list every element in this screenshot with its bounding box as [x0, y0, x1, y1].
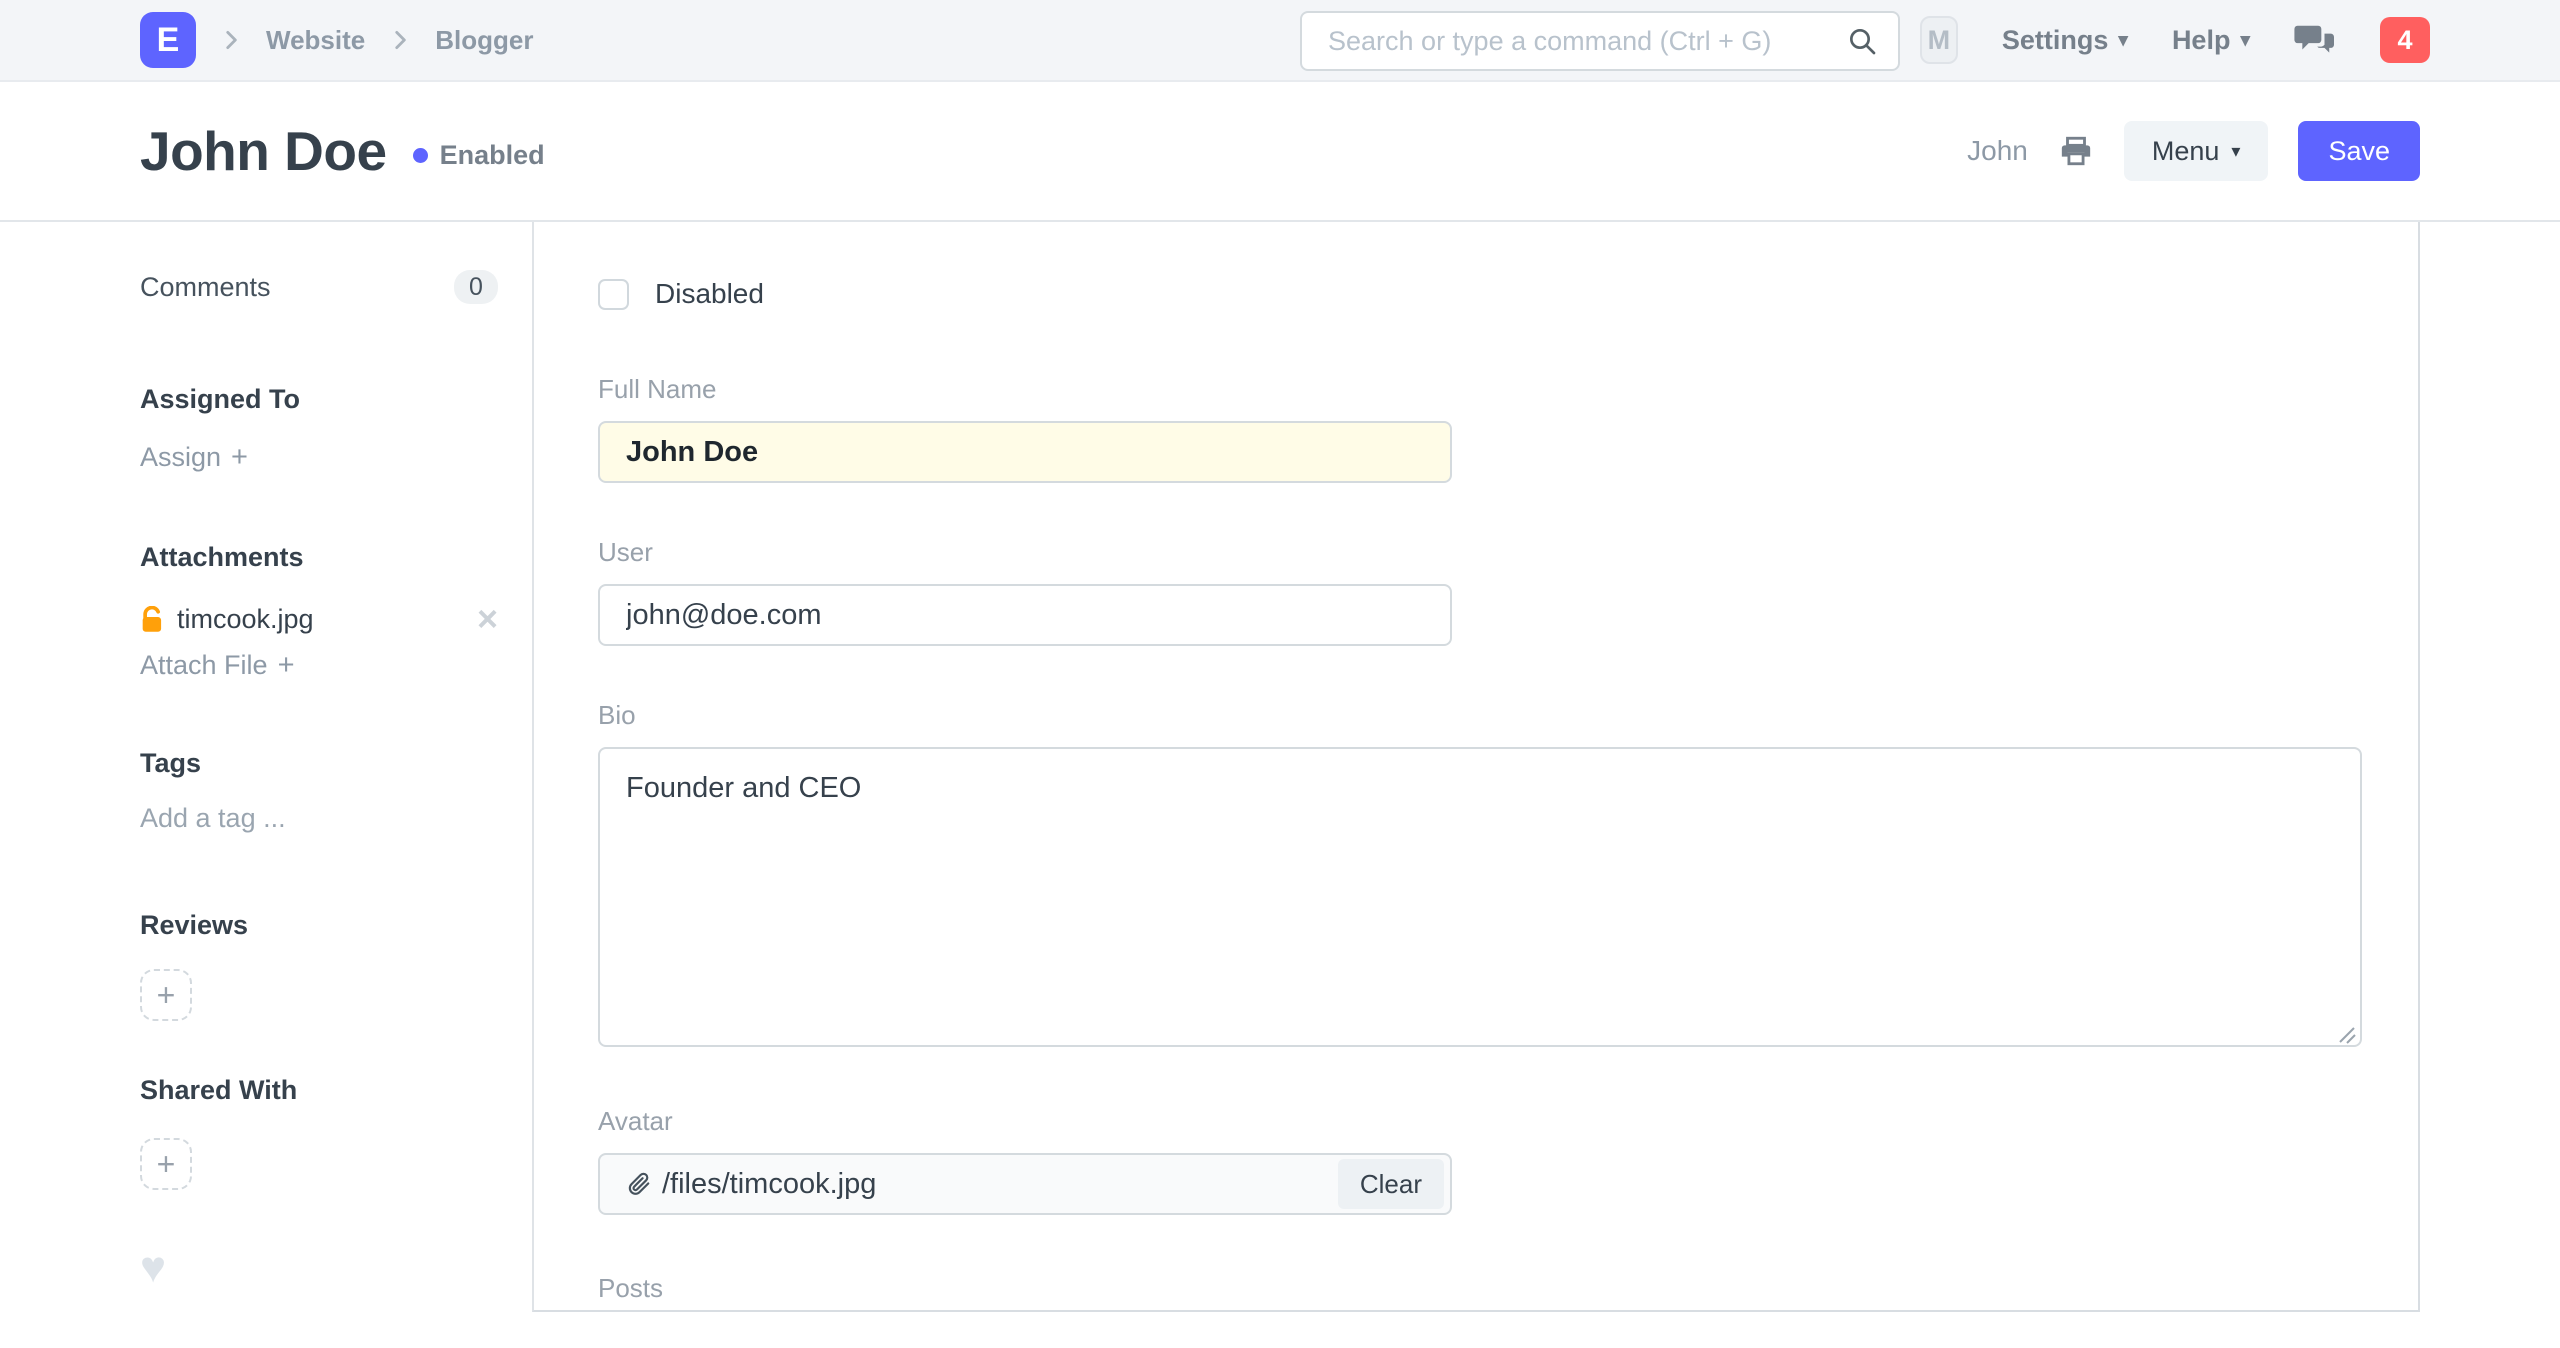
plus-icon: + — [231, 441, 248, 473]
page-title: John Doe — [140, 120, 387, 182]
status-dot-icon — [412, 147, 428, 163]
reviews-heading: Reviews — [140, 910, 249, 940]
avatar-file-link[interactable]: /files/timcook.jpg — [626, 1168, 876, 1201]
chevron-right-icon — [218, 27, 244, 53]
current-user-label: John — [1967, 135, 2028, 166]
global-search — [1300, 11, 1900, 71]
assign-button[interactable]: Assign + — [140, 441, 498, 474]
avatar-file-path: /files/timcook.jpg — [662, 1167, 877, 1200]
chat-icon[interactable] — [2294, 21, 2336, 59]
attach-file-button[interactable]: Attach File + — [140, 649, 498, 682]
disabled-label: Disabled — [655, 278, 764, 309]
add-review-button[interactable]: + — [140, 969, 192, 1021]
unlock-icon — [140, 605, 165, 633]
plus-icon: + — [277, 649, 295, 681]
shared-with-heading: Shared With — [140, 1075, 298, 1105]
save-button[interactable]: Save — [2298, 121, 2420, 181]
like-heart-icon[interactable]: ♥ — [140, 1246, 498, 1290]
assigned-to-heading: Assigned To — [140, 384, 301, 414]
add-tag-input[interactable]: Add a tag ... — [140, 803, 498, 834]
full-name-label: Full Name — [598, 374, 717, 404]
breadcrumb-page[interactable]: Blogger — [435, 25, 533, 56]
clear-avatar-button[interactable]: Clear — [1337, 1159, 1444, 1209]
comments-label[interactable]: Comments — [140, 272, 271, 303]
search-icon[interactable] — [1846, 25, 1878, 57]
attach-file-label: Attach File — [140, 650, 268, 680]
disabled-checkbox[interactable] — [598, 278, 629, 310]
help-menu[interactable]: Help ▾ — [2172, 25, 2250, 56]
user-label: User — [598, 537, 653, 567]
paperclip-icon — [626, 1170, 652, 1198]
navbar: E Website Blogger M Settings ▾ Help ▾ 4 — [0, 0, 2560, 82]
assign-label: Assign — [140, 442, 222, 472]
posts-label: Posts — [598, 1273, 664, 1303]
remove-attachment-icon[interactable]: × — [477, 601, 498, 637]
search-input[interactable] — [1300, 11, 1900, 71]
attachments-heading: Attachments — [140, 542, 304, 572]
page-header: John Doe Enabled John Menu ▾ Save — [0, 82, 2560, 222]
menu-button[interactable]: Menu ▾ — [2123, 121, 2269, 181]
chevron-down-icon: ▾ — [2240, 29, 2250, 51]
notification-badge[interactable]: 4 — [2380, 17, 2430, 63]
avatar-label: Avatar — [598, 1106, 673, 1136]
breadcrumb-section[interactable]: Website — [266, 25, 365, 56]
menu-button-label: Menu — [2151, 135, 2220, 166]
settings-label: Settings — [2001, 24, 2109, 55]
chevron-down-icon: ▾ — [2118, 29, 2128, 51]
settings-menu[interactable]: Settings ▾ — [2002, 25, 2128, 56]
full-name-field[interactable] — [598, 421, 1452, 483]
plus-icon: + — [156, 976, 176, 1013]
attachment-filename: timcook.jpg — [177, 603, 314, 634]
user-field[interactable] — [598, 584, 1452, 646]
avatar-attach-field: /files/timcook.jpg Clear — [598, 1153, 1452, 1215]
disabled-checkbox-row[interactable]: Disabled — [598, 278, 2354, 310]
user-avatar[interactable]: M — [1919, 16, 1958, 64]
chevron-right-icon — [387, 27, 413, 53]
chevron-down-icon: ▾ — [2231, 140, 2241, 161]
tags-heading: Tags — [140, 748, 202, 778]
plus-icon: + — [156, 1145, 176, 1182]
form-sidebar: Comments 0 Assigned To Assign + Attachmen… — [0, 222, 532, 1348]
help-label: Help — [2171, 24, 2231, 55]
app-logo[interactable]: E — [140, 12, 196, 68]
bio-label: Bio — [598, 700, 636, 730]
print-icon[interactable] — [2058, 134, 2094, 168]
comments-count-badge: 0 — [454, 270, 498, 304]
attachment-link[interactable]: timcook.jpg — [140, 604, 314, 635]
status-indicator: Enabled — [412, 139, 545, 171]
bio-field[interactable]: Founder and CEO — [598, 747, 2362, 1047]
form-body: Disabled Full Name User Bio Founder and … — [532, 222, 2420, 1312]
add-share-button[interactable]: + — [140, 1138, 192, 1190]
status-text: Enabled — [439, 139, 545, 170]
